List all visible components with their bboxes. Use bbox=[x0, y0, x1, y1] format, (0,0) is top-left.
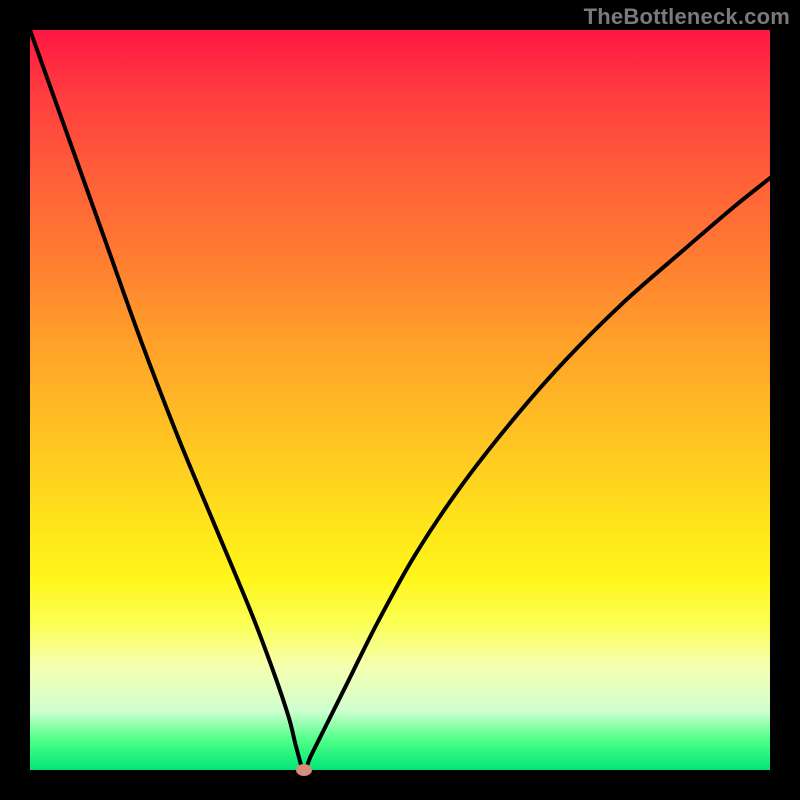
plot-area bbox=[30, 30, 770, 770]
chart-frame: TheBottleneck.com bbox=[0, 0, 800, 800]
bottleneck-curve bbox=[30, 30, 770, 770]
watermark-text: TheBottleneck.com bbox=[584, 4, 790, 30]
optimal-point-marker bbox=[296, 764, 312, 776]
